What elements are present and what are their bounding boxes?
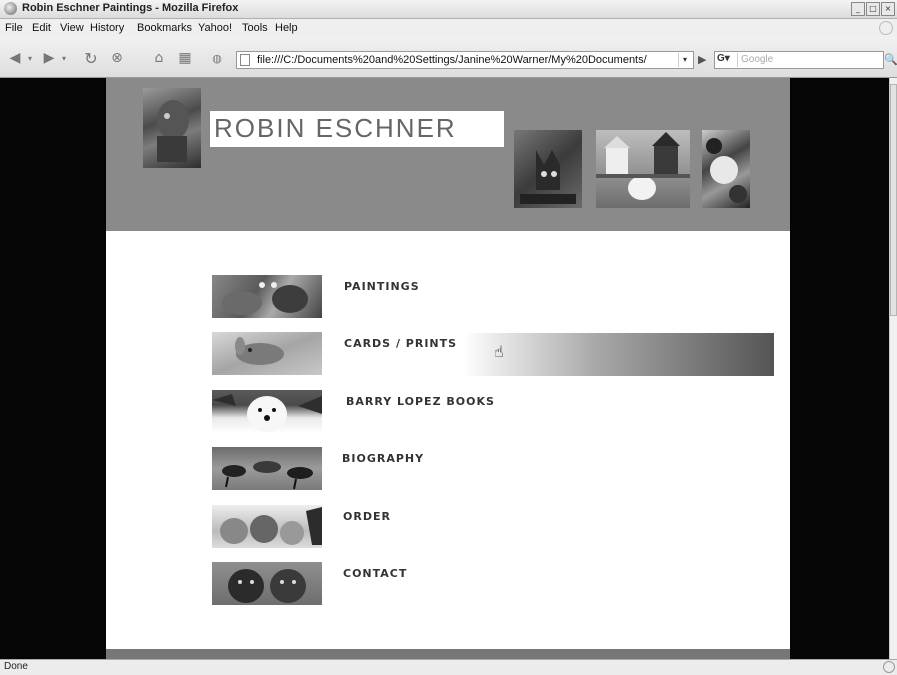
site-container: ROBIN ESCHNER PAINTINGS CARDS / PRINTS ☝ bbox=[106, 78, 790, 659]
back-icon[interactable]: ◀ bbox=[6, 50, 24, 66]
header-church-painting-image bbox=[596, 130, 690, 208]
iac-icon[interactable]: ◍ bbox=[208, 50, 226, 66]
menu-edit[interactable]: Edit bbox=[32, 22, 51, 34]
header-cat-painting-image bbox=[514, 130, 582, 208]
forward-icon[interactable]: ▶ bbox=[40, 50, 58, 66]
title-bar: Robin Eschner Paintings - Mozilla Firefo… bbox=[0, 0, 897, 19]
scrollbar-thumb[interactable] bbox=[890, 84, 897, 316]
reload-icon[interactable]: ↻ bbox=[82, 49, 100, 68]
close-button[interactable]: × bbox=[881, 2, 895, 16]
menu-view[interactable]: View bbox=[60, 22, 84, 34]
vertical-scrollbar[interactable] bbox=[889, 78, 897, 659]
bookmark-toolbar-icon[interactable]: ▦ bbox=[176, 50, 194, 66]
menu-tools[interactable]: Tools bbox=[242, 22, 268, 34]
nav-link-order[interactable]: ORDER bbox=[343, 510, 391, 523]
menu-yahoo[interactable]: Yahoo! bbox=[198, 22, 232, 34]
nav-link-cards-prints[interactable]: CARDS / PRINTS bbox=[344, 337, 457, 350]
menu-bar: File Edit View History Bookmarks Yahoo! … bbox=[0, 19, 897, 37]
header-abstract-painting-image bbox=[702, 130, 750, 208]
barry-lopez-books-thumbnail[interactable] bbox=[212, 390, 322, 433]
page-content: ROBIN ESCHNER PAINTINGS CARDS / PRINTS ☝ bbox=[0, 78, 889, 659]
biography-thumbnail[interactable] bbox=[212, 447, 322, 490]
cards-prints-thumbnail[interactable] bbox=[212, 332, 322, 375]
status-icon bbox=[883, 661, 895, 673]
header-painting-image bbox=[143, 88, 201, 168]
menu-file[interactable]: File bbox=[5, 22, 23, 34]
url-text[interactable]: file:///C:/Documents%20and%20Settings/Ja… bbox=[257, 54, 667, 66]
url-bar[interactable]: file:///C:/Documents%20and%20Settings/Ja… bbox=[236, 51, 694, 69]
url-dropdown-icon[interactable]: ▾ bbox=[678, 53, 691, 67]
nav-link-barry-lopez-books[interactable]: BARRY LOPEZ BOOKS bbox=[346, 395, 495, 408]
firefox-icon bbox=[4, 2, 17, 15]
status-bar: Done bbox=[0, 659, 897, 675]
nav-link-paintings[interactable]: PAINTINGS bbox=[344, 280, 420, 293]
home-icon[interactable]: ⌂ bbox=[150, 50, 168, 66]
site-logo[interactable]: ROBIN ESCHNER bbox=[214, 113, 457, 144]
stop-icon[interactable]: ⊗ bbox=[108, 50, 126, 66]
search-box[interactable]: G▾ Google bbox=[714, 51, 884, 69]
go-icon[interactable]: ▶ bbox=[698, 53, 706, 66]
page-icon bbox=[240, 54, 250, 66]
maximize-button[interactable]: □ bbox=[866, 2, 880, 16]
navigation-toolbar: ◀ ▾ ▶ ▾ ↻ ⊗ ⌂ ▦ ◍ file:///C:/Documents%2… bbox=[0, 37, 897, 78]
search-engine-icon[interactable]: G▾ bbox=[717, 53, 738, 67]
status-text: Done bbox=[4, 661, 28, 672]
back-dropdown-icon[interactable]: ▾ bbox=[26, 50, 34, 66]
menu-help[interactable]: Help bbox=[275, 22, 298, 34]
forward-dropdown-icon[interactable]: ▾ bbox=[60, 50, 68, 66]
nav-link-contact[interactable]: CONTACT bbox=[343, 567, 407, 580]
menu-bookmarks[interactable]: Bookmarks bbox=[137, 22, 192, 34]
paintings-thumbnail[interactable] bbox=[212, 275, 322, 318]
site-header: ROBIN ESCHNER bbox=[106, 78, 790, 231]
site-footer bbox=[106, 649, 790, 659]
minimize-button[interactable]: _ bbox=[851, 2, 865, 16]
hand-cursor-icon: ☝ bbox=[494, 342, 504, 361]
order-thumbnail[interactable] bbox=[212, 505, 322, 548]
search-input[interactable]: Google bbox=[741, 54, 773, 65]
nav-link-biography[interactable]: BIOGRAPHY bbox=[342, 452, 424, 465]
search-icon[interactable]: 🔍 bbox=[884, 53, 897, 66]
window-title: Robin Eschner Paintings - Mozilla Firefo… bbox=[22, 2, 239, 14]
contact-thumbnail[interactable] bbox=[212, 562, 322, 605]
menu-history[interactable]: History bbox=[90, 22, 124, 34]
throbber-icon bbox=[879, 21, 893, 35]
